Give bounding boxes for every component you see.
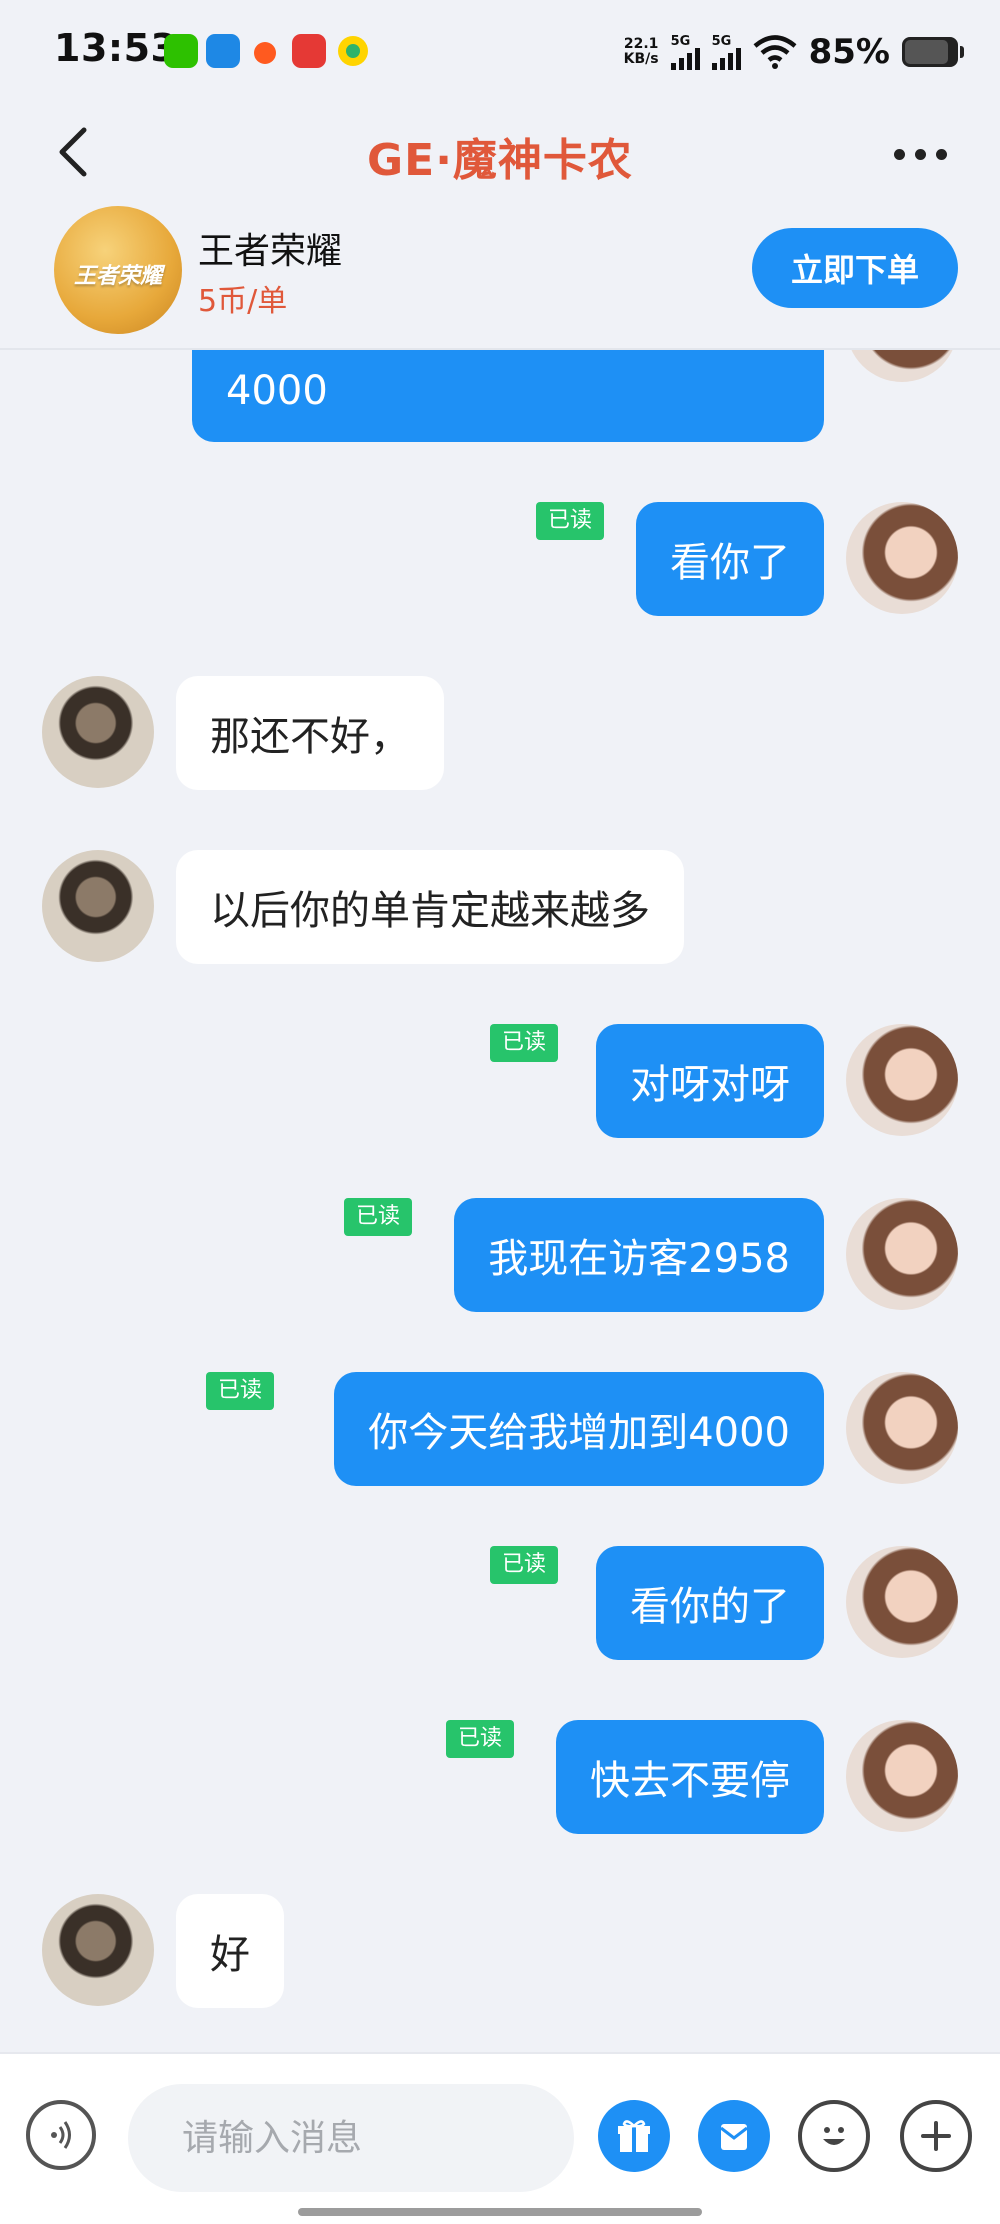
order-now-button[interactable]: 立即下单 <box>752 228 958 308</box>
avatar[interactable] <box>846 1024 958 1136</box>
message-bubble[interactable]: 你今天给我增加到4000 <box>334 1372 824 1486</box>
read-badge: 已读 <box>206 1372 275 1410</box>
page-title: GE·魔神卡农 <box>367 135 633 186</box>
message-bubble[interactable]: 那还不好， <box>176 676 444 790</box>
avatar[interactable] <box>42 1894 154 2006</box>
avatar[interactable] <box>42 850 154 962</box>
message-bubble[interactable]: 我现在访客2958 <box>454 1198 824 1312</box>
message-bubble[interactable]: 以后你的单肯定越来越多 <box>176 850 684 964</box>
gift-icon <box>618 2120 650 2152</box>
message-bubble[interactable]: 看你了 <box>636 502 824 616</box>
more-actions-button[interactable] <box>900 2100 972 2172</box>
read-badge: 已读 <box>490 1024 559 1062</box>
avatar[interactable] <box>42 676 154 788</box>
avatar[interactable] <box>846 1720 958 1832</box>
service-card: 王者荣耀 王者荣耀 5币/单 立即下单 <box>0 200 1000 350</box>
read-badge: 已读 <box>446 1720 515 1758</box>
gift-button[interactable] <box>598 2100 670 2172</box>
voice-input-button[interactable] <box>26 2100 96 2170</box>
read-badge: 已读 <box>490 1546 559 1584</box>
voice-icon <box>51 2121 71 2149</box>
game-logo: 王者荣耀 <box>54 206 182 334</box>
avatar[interactable] <box>846 1198 958 1310</box>
more-dots-icon <box>893 148 905 160</box>
more-options-button[interactable] <box>880 124 960 184</box>
emoji-button[interactable] <box>798 2100 870 2172</box>
game-name: 王者荣耀 <box>198 231 343 272</box>
input-bar <box>0 2052 1000 2224</box>
envelope-button[interactable] <box>698 2100 770 2172</box>
avatar[interactable] <box>846 1372 958 1484</box>
message-input[interactable] <box>128 2084 574 2192</box>
home-indicator <box>298 2208 702 2216</box>
avatar[interactable] <box>846 1546 958 1658</box>
read-badge: 已读 <box>536 502 605 540</box>
plus-icon <box>921 2121 951 2151</box>
message-bubble[interactable]: 对呀对呀 <box>596 1024 824 1138</box>
envelope-icon <box>720 2124 748 2150</box>
smile-icon <box>823 2127 845 2145</box>
message-bubble[interactable]: 好 <box>176 1894 284 2008</box>
price-label: 5币/单 <box>198 284 288 319</box>
avatar[interactable] <box>846 502 958 614</box>
chat-header: GE·魔神卡农 <box>0 100 1000 210</box>
message-bubble[interactable]: 快去不要停 <box>556 1720 824 1834</box>
read-badge: 已读 <box>344 1198 413 1236</box>
message-bubble[interactable]: 看你的了 <box>596 1546 824 1660</box>
